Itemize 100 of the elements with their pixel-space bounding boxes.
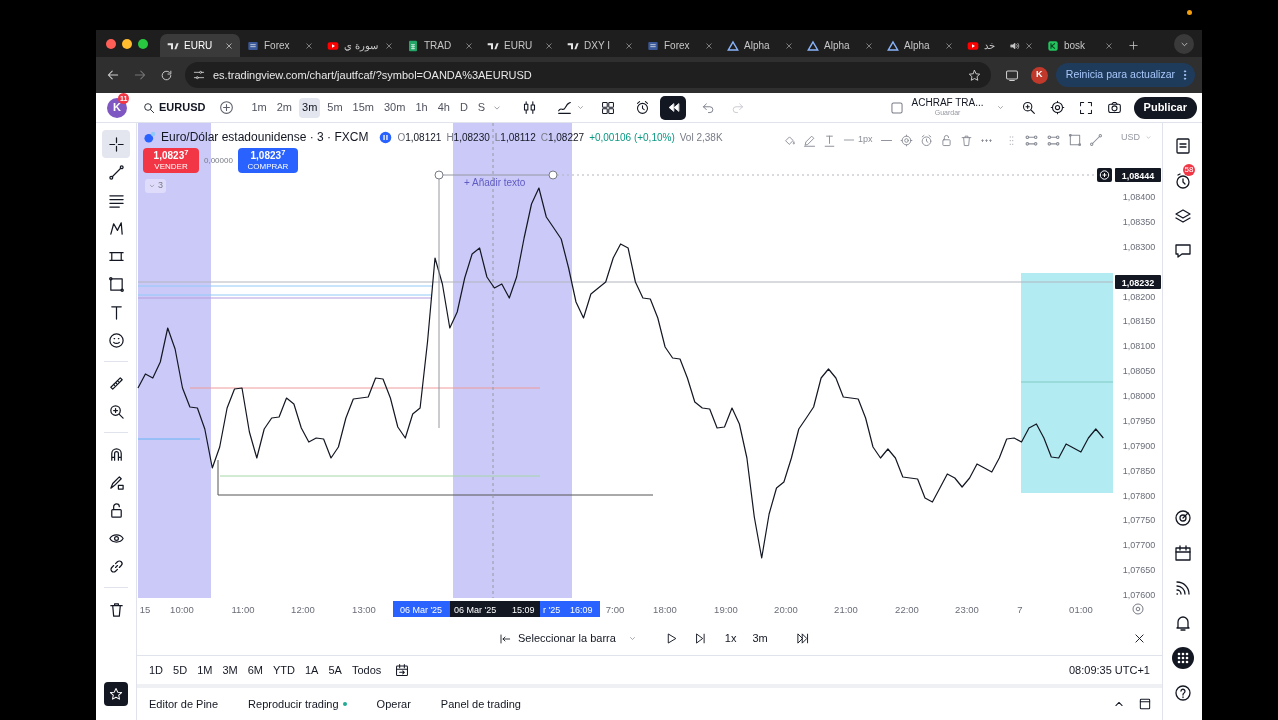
time-tick: 7	[1017, 604, 1023, 615]
address-field[interactable]: es.tradingview.com/chart/jautfcaf/?symbol=OANDA%3AEURUSD	[185, 62, 991, 88]
select-bar-button[interactable]: Seleccionar la barra	[499, 630, 637, 647]
candles-icon[interactable]	[522, 100, 538, 115]
zoom-icon[interactable]	[1020, 100, 1036, 115]
window-controls-icon[interactable]	[106, 39, 148, 49]
browser-tab[interactable]: EURU	[160, 34, 240, 57]
trash-icon[interactable]	[959, 133, 973, 147]
profile-avatar[interactable]: K	[1030, 66, 1048, 84]
alarm-clock-icon[interactable]	[635, 100, 651, 115]
connector-icon[interactable]	[1023, 132, 1039, 148]
ohlc-value: L1,08112	[494, 130, 536, 145]
reload-icon[interactable]	[160, 68, 173, 82]
interval-button[interactable]: 3m	[752, 630, 768, 647]
speed-button[interactable]: 1x	[724, 630, 737, 647]
new-tab-icon[interactable]	[1128, 40, 1139, 51]
browser-tab[interactable]: Alpha	[880, 34, 960, 57]
panel-tab[interactable]: Panel de trading	[440, 695, 521, 713]
browser-tab[interactable]: EURU	[480, 34, 560, 57]
speaker-icon[interactable]	[1010, 40, 1020, 51]
interval-button[interactable]: 5m	[324, 97, 346, 118]
range-button[interactable]: 5D	[173, 661, 188, 679]
rectangle-icon	[107, 275, 125, 293]
range-button[interactable]: 1D	[149, 661, 164, 679]
price-tick: 1,08100	[1122, 341, 1156, 352]
interval-button[interactable]: 3m	[299, 97, 321, 118]
chart-title[interactable]: Euro/Dólar estadounidense · 3 · FXCM	[161, 128, 369, 146]
forward-icon[interactable]	[133, 68, 147, 82]
range-button[interactable]: 6M	[247, 661, 263, 679]
sliders-icon[interactable]	[193, 69, 205, 81]
screen-icon[interactable]	[1004, 68, 1019, 82]
sidebar-button[interactable]	[1171, 647, 1194, 669]
browser-tab[interactable]: bosk	[1040, 34, 1120, 57]
plus-icon[interactable]	[219, 100, 235, 115]
price-tick: 1,07900	[1122, 440, 1156, 451]
browser-tab[interactable]: Forex	[240, 34, 320, 57]
panel-tab[interactable]: Operar	[376, 695, 411, 713]
range-button[interactable]: 3M	[222, 661, 238, 679]
range-button[interactable]: 1M	[197, 661, 213, 679]
browser-tab[interactable]: سورة ي	[320, 34, 400, 57]
spreadsheet-icon	[407, 39, 419, 52]
interval-button[interactable]: 15m	[349, 97, 377, 118]
fullscreen-icon[interactable]	[1078, 100, 1093, 115]
settings-icon[interactable]	[1049, 100, 1065, 115]
browser-tab[interactable]: DXY I	[560, 34, 640, 57]
indicators-icon[interactable]	[557, 100, 573, 115]
undo-icon[interactable]	[702, 101, 716, 114]
interval-button[interactable]: 30m	[381, 97, 409, 118]
update-button[interactable]: Reinicia para actualizar	[1055, 63, 1195, 87]
grid-icon[interactable]	[601, 100, 616, 115]
line-tool-icon[interactable]	[1088, 133, 1103, 147]
browser-tab[interactable]: TRAD	[400, 34, 480, 57]
interval-button[interactable]: D	[456, 97, 471, 118]
time-tick: 01:00	[1069, 604, 1093, 615]
replay-button[interactable]	[660, 95, 687, 120]
line-width-button[interactable]: 1px	[843, 133, 873, 147]
lock-icon[interactable]	[939, 133, 953, 147]
symbol-search[interactable]: EURUSD	[143, 99, 206, 116]
time-tick: 23:00	[955, 604, 979, 615]
interval-button[interactable]: S	[474, 97, 489, 118]
add-alert-icon[interactable]	[1097, 168, 1112, 182]
back-icon[interactable]	[106, 68, 120, 82]
pattern-icon	[107, 219, 125, 237]
tool-button[interactable]	[104, 682, 128, 706]
maximize-icon[interactable]	[1138, 697, 1152, 711]
step-forward-icon[interactable]	[693, 632, 707, 645]
browser-tab[interactable]: Alpha	[800, 34, 880, 57]
add-text-label[interactable]: + Añadir texto	[464, 177, 526, 188]
star-icon[interactable]	[967, 68, 981, 82]
range-button[interactable]: YTD	[272, 661, 295, 679]
range-button[interactable]: 5A	[328, 661, 342, 679]
panel-tab[interactable]: Editor de Pine	[149, 695, 219, 713]
target-icon	[1173, 509, 1192, 527]
connector-icon[interactable]	[1045, 132, 1061, 148]
publish-button[interactable]: Publicar	[1133, 96, 1197, 119]
sell-button[interactable]: 1,0823$^{7}$ VENDER	[143, 148, 199, 173]
text-color-icon[interactable]	[823, 133, 836, 147]
rectangle-icon[interactable]	[1067, 133, 1082, 147]
interval-button[interactable]: 1m	[248, 97, 270, 118]
checkbox-icon[interactable]	[889, 100, 904, 115]
interval-button[interactable]: 1h	[412, 97, 431, 118]
tool-button[interactable]	[102, 130, 130, 158]
calendar-icon[interactable]	[395, 663, 410, 677]
browser-tab[interactable]: خد	[960, 34, 1040, 57]
close-icon[interactable]	[1133, 632, 1146, 645]
price-tick: 1,08400	[1122, 192, 1156, 202]
camera-icon[interactable]	[1106, 100, 1122, 115]
interval-button[interactable]: 2m	[273, 97, 295, 118]
buy-button[interactable]: 1,0823$^{7}$ COMPRAR	[237, 148, 298, 173]
browser-tab[interactable]: Alpha	[720, 34, 800, 57]
panel-tab[interactable]: Reproducir trading	[248, 695, 347, 713]
price-tick: 1,08350	[1122, 216, 1156, 227]
range-button[interactable]: 1A	[304, 661, 319, 679]
interval-button[interactable]: 4h	[434, 97, 453, 118]
clock[interactable]: 08:09:35 UTC+1	[1068, 661, 1150, 679]
skip-forward-icon[interactable]	[795, 632, 809, 645]
range-button[interactable]: Todos	[351, 661, 382, 679]
browser-tab[interactable]: Forex	[640, 34, 720, 57]
time-label: 06 Mar '25	[393, 601, 450, 617]
status-icon[interactable]	[379, 130, 393, 144]
